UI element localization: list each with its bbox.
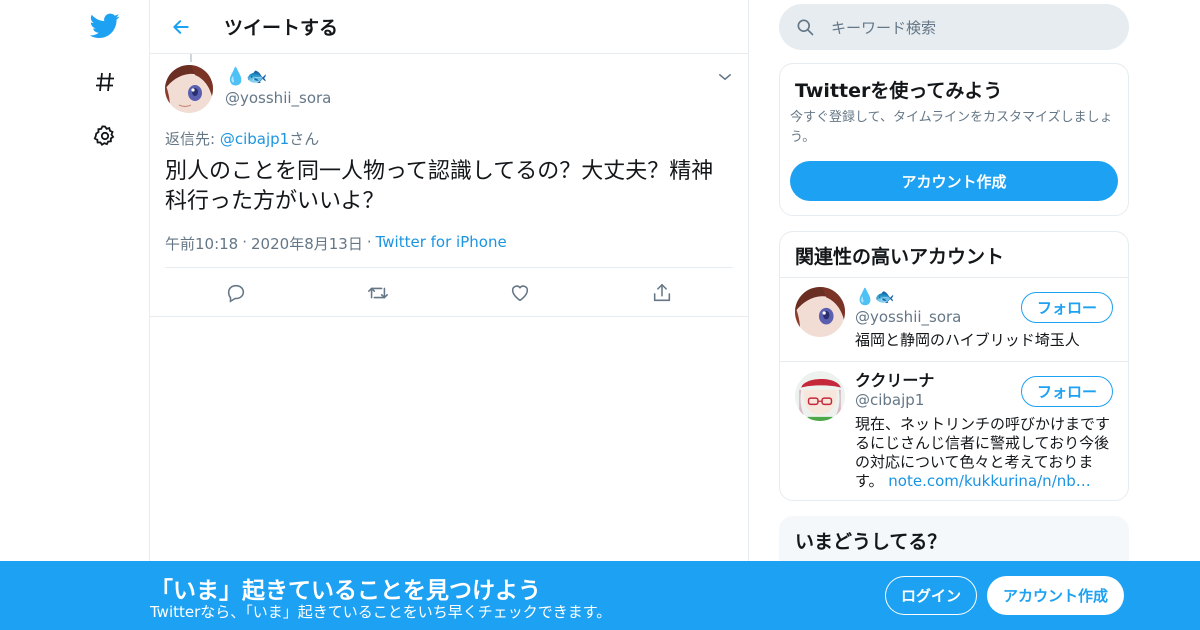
tweet-date[interactable]: 2020年8月13日	[251, 233, 363, 254]
try-twitter-card: Twitterを使ってみよう 今すぐ登録して、タイムラインをカスタマイズしましょ…	[779, 63, 1129, 216]
tweet-source[interactable]: Twitter for iPhone	[376, 233, 507, 254]
banner-title: 「いま」起きていることを見つけよう	[150, 578, 541, 604]
card-title: Twitterを使ってみよう	[795, 80, 1003, 102]
related-accounts-card: 関連性の高いアカウント 💧🐟 @yosshii_sora 福岡と静岡のハイブリッ…	[779, 231, 1129, 501]
search-icon	[795, 17, 815, 37]
search-box[interactable]: キーワード検索	[779, 4, 1129, 50]
share-icon[interactable]	[649, 280, 675, 306]
tweet-time[interactable]: 午前10:18	[165, 233, 238, 254]
signup-banner: 「いま」起きていることを見つけよう Twitterなら、「いま」起きていることを…	[0, 561, 1200, 630]
card-title: 関連性の高いアカウント	[795, 246, 1005, 268]
reply-context: 返信先: @cibajp1さん	[165, 128, 319, 149]
login-button[interactable]: ログイン	[885, 576, 977, 615]
account-handle[interactable]: @yosshii_sora	[855, 308, 961, 326]
follow-button[interactable]: フォロー	[1021, 292, 1113, 323]
follow-button[interactable]: フォロー	[1021, 376, 1113, 407]
retweet-icon[interactable]	[365, 280, 391, 306]
reply-handle-link[interactable]: @cibajp1	[220, 130, 289, 148]
account-bio-link[interactable]: note.com/kukkurina/n/nb…	[888, 472, 1090, 490]
twitter-bird-icon[interactable]	[86, 7, 124, 45]
account-name[interactable]: 💧🐟	[855, 287, 895, 307]
hashtag-icon[interactable]	[86, 63, 124, 101]
tweet-display-name[interactable]: 💧🐟	[225, 67, 267, 87]
main-header: ツイートする	[150, 0, 748, 54]
page-title: ツイートする	[224, 17, 339, 39]
signup-button[interactable]: アカウント作成	[987, 576, 1124, 615]
arrow-left-icon[interactable]	[168, 14, 194, 40]
tweet-text: 別人のことを同一人物って認識してるの？大丈夫？精神科行った方がいいよ？	[165, 159, 714, 214]
search-input[interactable]: キーワード検索	[831, 17, 936, 38]
account-bio: 福岡と静岡のハイブリッド埼玉人	[855, 331, 1080, 349]
tweet-actions	[150, 274, 750, 314]
meta-dot: ·	[366, 233, 372, 251]
avatar[interactable]	[795, 287, 845, 337]
card-title: いまどうしてる？	[795, 531, 947, 553]
account-handle[interactable]: @cibajp1	[855, 391, 924, 409]
like-icon[interactable]	[507, 280, 533, 306]
left-nav	[0, 0, 150, 630]
gear-icon[interactable]	[86, 117, 124, 155]
tweet-meta: 午前10:18 · 2020年8月13日 · Twitter for iPhon…	[165, 233, 507, 254]
list-item[interactable]: ククリーナ @cibajp1 現在、ネットリンチの呼びかけまでするにじさんじ信者…	[780, 361, 1128, 500]
avatar[interactable]	[165, 65, 213, 113]
account-bio: 現在、ネットリンチの呼びかけまでするにじさんじ信者に警戒しており今後の対応につい…	[855, 415, 1117, 491]
account-name[interactable]: ククリーナ	[855, 371, 934, 391]
reply-suffix: さん	[289, 130, 320, 148]
divider	[150, 316, 748, 317]
list-item[interactable]: 💧🐟 @yosshii_sora 福岡と静岡のハイブリッド埼玉人 フォロー	[780, 277, 1128, 361]
chevron-down-icon[interactable]	[716, 68, 734, 86]
meta-dot: ·	[242, 233, 248, 251]
thread-line	[190, 54, 192, 62]
divider	[165, 267, 733, 268]
signup-button[interactable]: アカウント作成	[790, 161, 1118, 201]
card-description: 今すぐ登録して、タイムラインをカスタマイズしましょう。	[790, 110, 1113, 145]
reply-prefix: 返信先:	[165, 130, 220, 148]
main-column: ツイートする 💧🐟 @yosshii_sora 返信先: @cibajp1さん …	[149, 0, 749, 630]
reply-icon[interactable]	[223, 280, 249, 306]
tweet-handle[interactable]: @yosshii_sora	[225, 89, 331, 107]
banner-subtitle: Twitterなら、「いま」起きていることをいち早くチェックできます。	[150, 603, 612, 621]
avatar[interactable]	[795, 371, 845, 421]
